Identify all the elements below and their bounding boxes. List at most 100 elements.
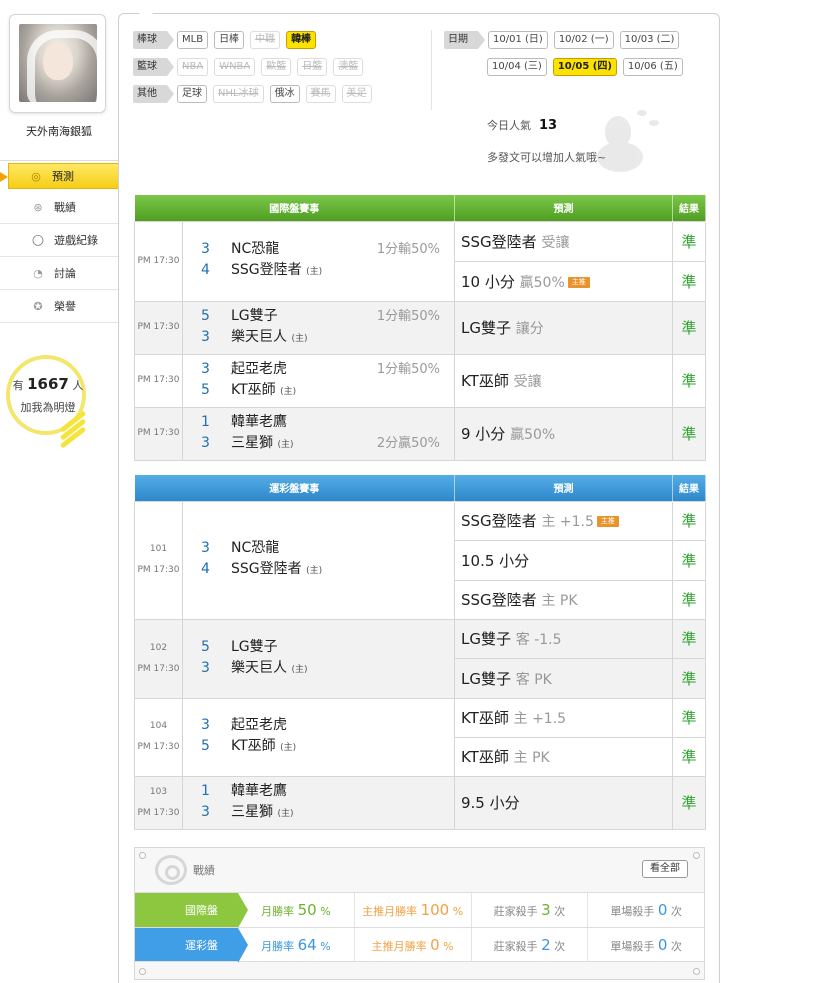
tag-euro-basket: 歐籃: [261, 57, 292, 76]
game-teams: 5 LG雙子 3 樂天巨人 (主): [182, 618, 455, 699]
stat-label: 主推月勝率: [362, 905, 418, 918]
team-score: 5: [201, 381, 210, 398]
top-pick-win-rate: 主推月勝率 100 %: [353, 893, 471, 927]
tag-mlb[interactable]: MLB: [177, 30, 209, 49]
fans-suffix: 人: [72, 379, 84, 392]
team-score: 3: [201, 360, 210, 377]
sidebar-item-game-log[interactable]: ○ 遊戲紀錄: [0, 224, 120, 257]
prediction: 10 小分 贏50% 主推: [454, 260, 673, 302]
game-teams: 3 NC恐龍 4 SSG登陸者 (主): [182, 500, 455, 620]
filter-row-baseball: 棒球 MLB 日棒 中職 韓棒: [133, 28, 378, 51]
sidebar-item-label: 遊戲紀錄: [54, 234, 98, 247]
date-1003[interactable]: 10/03 (二): [619, 30, 680, 49]
month-win-rate: 月勝率 64 %: [238, 928, 354, 961]
table-row: PM 17:30 1 韓華老鷹 3 三星獅 (主) 2分贏50% 9 小分 贏5…: [134, 406, 706, 461]
team-score: 4: [201, 262, 210, 278]
date-1006[interactable]: 10/06 (五): [622, 57, 683, 76]
prediction: SSG登陸者 主 +1.5 主推: [454, 500, 673, 541]
prediction-sub: 主 PK: [541, 593, 578, 609]
prediction-sub: 主 +1.5: [513, 711, 567, 727]
date-1001[interactable]: 10/01 (日): [488, 30, 548, 49]
prediction-main: 9 小分: [461, 425, 506, 443]
prediction-sub: 主 +1.5: [541, 514, 594, 530]
prediction: LG雙子 讓分: [454, 300, 673, 355]
tag-cpbl: 中職: [250, 30, 281, 49]
team-name: 起亞老虎: [231, 717, 287, 733]
result: 準: [672, 579, 706, 620]
table-row: PM 17:30 5 LG雙子 1分輸50% 3 樂天巨人 (主) LG雙子 讓…: [134, 300, 706, 355]
game-time: PM 17:30: [137, 807, 180, 818]
game-time: PM 17:30: [137, 742, 180, 752]
date-1004[interactable]: 10/04 (三): [487, 57, 547, 76]
stat-value: 50: [297, 901, 317, 919]
popularity-label: 今日人氣: [487, 119, 531, 132]
popularity-value: 13: [539, 118, 558, 133]
table-row: PM 17:30 3 起亞老虎 1分輸50% 5 KT巫師 (主) KT巫師 受…: [134, 353, 706, 408]
stat-value: 2: [541, 936, 551, 954]
stat-unit: 次: [554, 905, 566, 918]
view-all-button[interactable]: 看全部: [642, 860, 688, 878]
team-score: 3: [201, 328, 210, 345]
fans-count: 有 1667 人: [8, 375, 88, 393]
date-filters: 日期 10/01 (日) 10/02 (一) 10/03 (二) 10/04 (…: [444, 28, 689, 82]
sport-filters: 棒球 MLB 日棒 中職 韓棒 籃球 NBA WNBA 歐籃 日籃 澳籃 其他 …: [133, 28, 378, 109]
bookie-killer: 莊家殺手 2 次: [470, 928, 588, 961]
prediction: KT巫師 主 PK: [454, 736, 673, 777]
prediction: LG雙子 客 PK: [454, 657, 673, 699]
follow-link[interactable]: 加我為明燈: [10, 399, 86, 415]
sidebar-item-label: 預測: [52, 170, 74, 183]
filter-label-baseball: 棒球: [133, 30, 174, 49]
prediction-sub: 讓分: [515, 321, 544, 337]
prediction-main: 9.5 小分: [461, 794, 520, 812]
intl-header-predict: 預測: [454, 195, 673, 221]
mascot-icon: [587, 106, 667, 176]
record-row-name: 國際盤: [135, 893, 248, 928]
team-score: 5: [201, 638, 210, 655]
date-label: 日期: [444, 30, 485, 49]
game-info: 103 PM 17:30: [134, 775, 183, 830]
filter-label-other: 其他: [133, 84, 174, 103]
game-number: 102: [149, 642, 168, 653]
result: 準: [672, 406, 706, 461]
game-number: 101: [149, 544, 168, 554]
lottery-header-result: 結果: [672, 475, 706, 501]
game-time: PM 17:30: [137, 663, 180, 674]
date-1002[interactable]: 10/02 (一): [553, 30, 614, 49]
result: 準: [672, 353, 706, 408]
main-panel: 棒球 MLB 日棒 中職 韓棒 籃球 NBA WNBA 歐籃 日籃 澳籃 其他 …: [118, 13, 720, 983]
prediction-main: LG雙子: [461, 319, 511, 337]
prediction-main: SSG登陸者: [461, 591, 537, 609]
lottery-header-match: 運彩盤賽事: [134, 475, 455, 501]
tag-japan-basket: 日籃: [297, 57, 328, 76]
date-1005[interactable]: 10/05 (四): [552, 57, 617, 76]
tag-khl[interactable]: 俄冰: [269, 84, 300, 103]
team-name-text: KT巫師: [231, 381, 276, 398]
tag-aus-basket: 澳籃: [333, 57, 364, 76]
filter-row-basketball: 籃球 NBA WNBA 歐籃 日籃 澳籃: [133, 55, 378, 78]
stat-label: 莊家殺手: [493, 905, 538, 918]
team-name: SSG登陸者 (主): [231, 559, 440, 582]
tag-nhl: NHL冰球: [213, 84, 264, 103]
sidebar-nav: ◎ 預測 ⊛ 戰績 ○ 遊戲紀錄 ◔ 討論 ✪ 榮譽: [0, 160, 126, 323]
team-score: 1: [201, 782, 210, 799]
sidebar-item-predict[interactable]: ◎ 預測: [0, 163, 126, 189]
tag-npb[interactable]: 日棒: [214, 30, 245, 49]
sidebar-item-honor[interactable]: ✪ 榮譽: [0, 290, 120, 323]
fans-prefix: 有: [12, 379, 24, 392]
sidebar-item-record[interactable]: ⊛ 戰績: [0, 191, 120, 224]
stat-value: 3: [541, 901, 551, 919]
home-mark: (主): [306, 566, 323, 576]
avatar[interactable]: [9, 14, 106, 113]
prediction-main: KT巫師: [461, 372, 509, 390]
tag-kbo[interactable]: 韓棒: [286, 30, 317, 49]
team-name-text: SSG登陸者: [231, 561, 302, 577]
game-teams: 3 起亞老虎 1分輸50% 5 KT巫師 (主): [182, 353, 455, 408]
sidebar-item-discuss[interactable]: ◔ 討論: [0, 257, 120, 290]
prediction-sub: 受讓: [541, 234, 570, 251]
team-name: KT巫師 (主): [231, 380, 377, 403]
month-win-rate: 月勝率 50 %: [238, 893, 354, 927]
game-teams: 3 起亞老虎 5 KT巫師 (主): [182, 697, 455, 777]
tag-nba: NBA: [177, 57, 209, 76]
medal-icon: ✪: [33, 299, 43, 313]
tag-soccer[interactable]: 足球: [177, 84, 207, 103]
